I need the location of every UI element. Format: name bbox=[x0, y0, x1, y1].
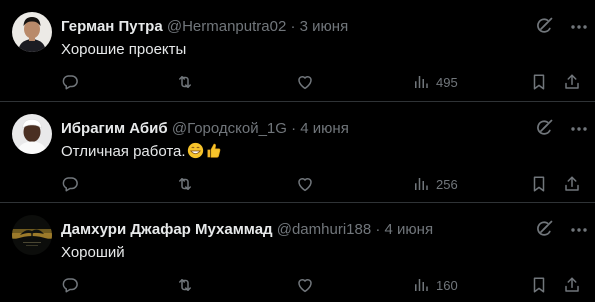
bookmark-button[interactable] bbox=[530, 72, 548, 92]
bookmark-icon bbox=[533, 176, 545, 192]
repost-button[interactable] bbox=[176, 275, 194, 295]
person-avatar-icon bbox=[12, 114, 52, 154]
author-handle[interactable]: @damhuri188 bbox=[277, 221, 371, 238]
meta-separator: · bbox=[291, 120, 297, 137]
reply-button[interactable] bbox=[61, 72, 79, 92]
bookmark-icon bbox=[533, 74, 545, 90]
share-icon bbox=[565, 176, 579, 191]
thumbs-up-emoji bbox=[207, 143, 220, 158]
bookmark-button[interactable] bbox=[530, 275, 548, 295]
reply-text: Хороший bbox=[61, 244, 125, 261]
views-button[interactable]: 256 bbox=[412, 174, 458, 194]
author-name[interactable]: Дамхури Джафар Мухаммад bbox=[61, 221, 273, 238]
post-date[interactable]: 4 июня bbox=[385, 221, 434, 238]
heart-icon bbox=[298, 178, 312, 192]
reply-item[interactable]: Герман Путра @Hermanputra02 · 3 июня Хор… bbox=[0, 0, 595, 100]
like-button[interactable] bbox=[296, 275, 314, 295]
comment-icon bbox=[62, 278, 78, 293]
reply-item[interactable]: Ибрагим Абиб @Городской_1G · 4 июня Отли… bbox=[0, 101, 595, 201]
views-button[interactable]: 160 bbox=[412, 275, 458, 295]
meta-separator: · bbox=[290, 18, 296, 35]
sunset-tree-avatar-icon bbox=[12, 215, 52, 255]
share-button[interactable] bbox=[563, 275, 581, 295]
views-button[interactable]: 495 bbox=[412, 72, 458, 92]
like-button[interactable] bbox=[296, 174, 314, 194]
analytics-icon bbox=[415, 279, 428, 291]
share-button[interactable] bbox=[563, 72, 581, 92]
post-date[interactable]: 4 июня bbox=[300, 120, 349, 137]
reply-header: Герман Путра @Hermanputra02 · 3 июня bbox=[61, 17, 348, 37]
grok-icon[interactable] bbox=[535, 119, 553, 137]
repost-icon bbox=[179, 76, 191, 88]
views-count: 495 bbox=[436, 74, 458, 90]
reply-text-row: Отличная работа. bbox=[61, 142, 222, 162]
repost-button[interactable] bbox=[176, 72, 194, 92]
reply-button[interactable] bbox=[61, 174, 79, 194]
reply-item[interactable]: Дамхури Джафар Мухаммад @damhuri188 · 4 … bbox=[0, 202, 595, 302]
heart-icon bbox=[298, 76, 312, 90]
reply-header: Ибрагим Абиб @Городской_1G · 4 июня bbox=[61, 119, 349, 139]
analytics-icon bbox=[415, 76, 428, 88]
grok-icon[interactable] bbox=[535, 17, 553, 35]
share-icon bbox=[565, 277, 579, 292]
grinning-face-emoji bbox=[187, 142, 203, 159]
analytics-icon bbox=[415, 178, 428, 190]
grok-icon[interactable] bbox=[535, 220, 553, 238]
heart-icon bbox=[298, 279, 312, 293]
avatar[interactable] bbox=[12, 215, 52, 255]
author-name[interactable]: Ибрагим Абиб bbox=[61, 120, 168, 137]
meta-separator: · bbox=[375, 221, 381, 238]
avatar[interactable] bbox=[12, 12, 52, 52]
reply-text: Хорошие проекты bbox=[61, 41, 187, 58]
person-avatar-icon bbox=[12, 12, 52, 52]
comment-icon bbox=[62, 75, 78, 90]
bookmark-icon bbox=[533, 277, 545, 293]
reply-header: Дамхури Джафар Мухаммад @damhuri188 · 4 … bbox=[61, 220, 433, 240]
more-options-icon[interactable] bbox=[569, 220, 589, 240]
repost-icon bbox=[179, 279, 191, 291]
share-icon bbox=[565, 74, 579, 89]
avatar[interactable] bbox=[12, 114, 52, 154]
repost-button[interactable] bbox=[176, 174, 194, 194]
reply-text: Отличная работа. bbox=[61, 143, 186, 160]
views-count: 256 bbox=[436, 176, 458, 192]
post-date[interactable]: 3 июня bbox=[300, 18, 349, 35]
more-options-icon[interactable] bbox=[569, 119, 589, 139]
author-handle[interactable]: @Hermanputra02 bbox=[167, 18, 286, 35]
author-handle[interactable]: @Городской_1G bbox=[172, 120, 287, 137]
author-name[interactable]: Герман Путра bbox=[61, 18, 163, 35]
like-button[interactable] bbox=[296, 72, 314, 92]
bookmark-button[interactable] bbox=[530, 174, 548, 194]
reply-button[interactable] bbox=[61, 275, 79, 295]
repost-icon bbox=[179, 178, 191, 190]
comment-icon bbox=[62, 177, 78, 192]
more-options-icon[interactable] bbox=[569, 17, 589, 37]
share-button[interactable] bbox=[563, 174, 581, 194]
views-count: 160 bbox=[436, 277, 458, 293]
